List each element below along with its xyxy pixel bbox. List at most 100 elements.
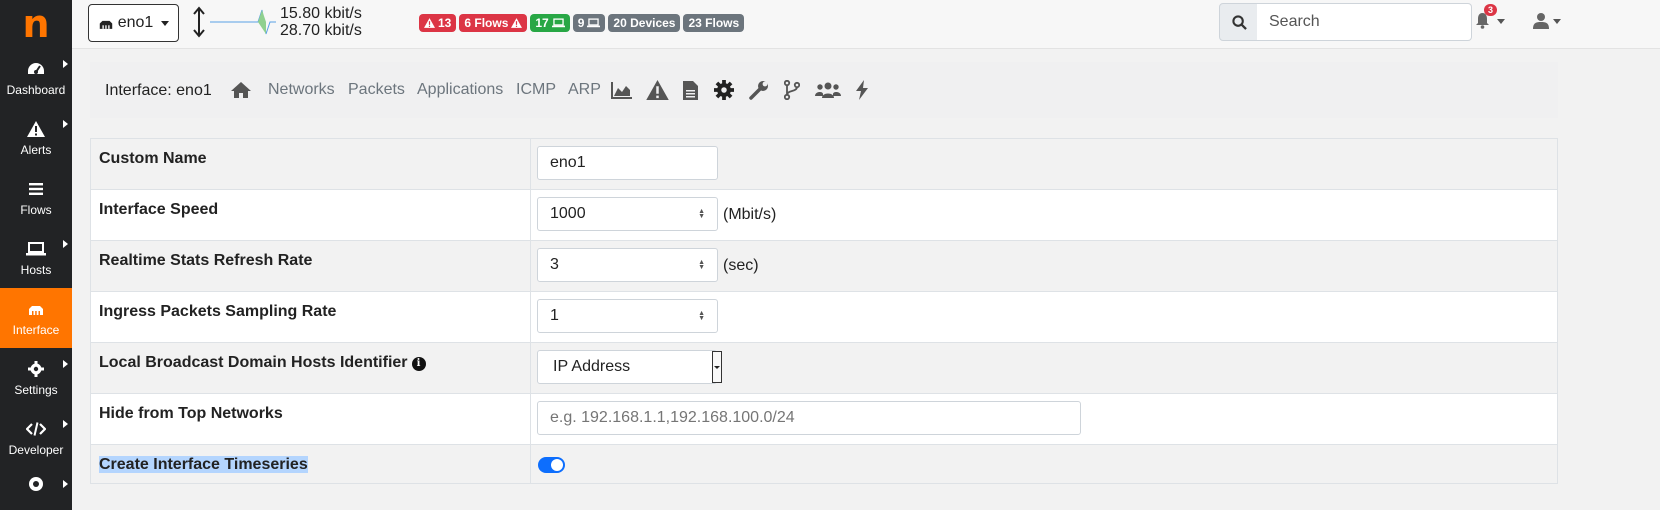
hide-networks-cell (530, 393, 1558, 445)
caret-right-icon (63, 60, 68, 68)
throughput-sparkline (210, 6, 276, 43)
hosts-identifier-label: Local Broadcast Domain Hosts Identifier i (90, 342, 531, 394)
custom-name-input[interactable]: eno1 (537, 146, 718, 180)
sidebar-item-settings[interactable]: Settings (0, 348, 72, 408)
bolt-icon[interactable] (856, 78, 868, 102)
wrench-icon[interactable] (749, 78, 769, 102)
sidebar-item-interface[interactable]: Interface (0, 288, 72, 348)
info-icon[interactable]: i (411, 356, 426, 371)
ethernet-icon (98, 18, 114, 29)
warning-icon[interactable] (646, 78, 669, 102)
sidebar-item-dashboard[interactable]: Dashboard (0, 48, 72, 108)
home-icon[interactable] (230, 78, 252, 102)
field-value: 3 (550, 256, 559, 273)
sidebar-item-alerts[interactable]: Alerts (0, 108, 72, 168)
search-button[interactable] (1219, 3, 1259, 41)
ntopng-logo[interactable]: n (0, 0, 72, 48)
interface-name: eno1 (117, 14, 154, 31)
gear-icon[interactable] (714, 78, 734, 102)
timeseries-toggle[interactable] (538, 457, 565, 473)
area-chart-icon[interactable] (611, 78, 632, 102)
remote-hosts-badge[interactable]: 9 (572, 14, 606, 32)
custom-name-label: Custom Name (90, 138, 531, 190)
sidebar-item-flows[interactable]: Flows (0, 168, 72, 228)
laptop-icon (551, 18, 565, 28)
tab-packets[interactable]: Packets (348, 81, 405, 99)
flow-alerts-badge[interactable]: 6 Flows (459, 14, 528, 32)
refresh-rate-input[interactable]: 3 ▲ ▼ (537, 248, 718, 282)
sidebar-item-label: Settings (14, 383, 58, 397)
caret-down-icon (161, 20, 170, 26)
download-rate: 28.70 kbit/s (280, 22, 362, 39)
interface-speed-cell: 1000 ▲ ▼ (Mbit/s) (530, 189, 1558, 241)
table-row: Custom Name eno1 (90, 138, 1558, 190)
interface-speed-label: Interface Speed (90, 189, 531, 241)
timeseries-cell (530, 444, 1558, 484)
top-bar: eno1 15.80 kbit/s 28.70 kbit/s 13 6 Flow… (72, 0, 1660, 49)
tab-networks[interactable]: Networks (268, 81, 335, 99)
table-row: Ingress Packets Sampling Rate 1 ▲ ▼ (90, 291, 1558, 343)
selected-option: IP Address (553, 358, 631, 375)
spinner-icon[interactable]: ▲ ▼ (698, 310, 705, 322)
ethernet-icon (26, 299, 46, 319)
table-row: Create Interface Timeseries (90, 444, 1558, 484)
gauge-icon (26, 59, 46, 79)
hosts-identifier-select[interactable]: IP Address (537, 350, 722, 384)
sampling-rate-input[interactable]: 1 ▲ ▼ (537, 299, 718, 333)
row-label: Create Interface Timeseries (99, 456, 308, 473)
unit-label: (Mbit/s) (723, 206, 777, 223)
tab-applications[interactable]: Applications (417, 81, 503, 99)
sidebar-item-label: Hosts (20, 263, 52, 277)
toggle-knob (551, 459, 563, 471)
throughput-rates: 15.80 kbit/s 28.70 kbit/s (280, 5, 362, 39)
interface-selector[interactable]: eno1 (88, 4, 179, 42)
sampling-rate-label: Ingress Packets Sampling Rate (90, 291, 531, 343)
laptop-icon (587, 18, 601, 28)
row-label: Local Broadcast Domain Hosts Identifier (99, 354, 408, 371)
sidebar-item-more[interactable] (0, 468, 72, 510)
sidebar-item-hosts[interactable]: Hosts (0, 228, 72, 288)
warning-icon (424, 18, 435, 28)
hide-networks-input[interactable] (537, 401, 1081, 435)
file-icon[interactable] (683, 78, 698, 102)
interface-speed-input[interactable]: 1000 ▲ ▼ (537, 197, 718, 231)
users-icon[interactable] (815, 78, 841, 102)
sidebar-item-label: Interface (12, 323, 60, 337)
sidebar-item-label: Alerts (20, 143, 52, 157)
hosts-identifier-cell: IP Address (530, 342, 1558, 394)
tab-icmp[interactable]: ICMP (516, 81, 556, 99)
user-icon[interactable] (1533, 12, 1549, 34)
search-input[interactable] (1257, 3, 1472, 41)
field-value: 1 (550, 307, 559, 324)
spinner-icon[interactable]: ▲ ▼ (698, 259, 705, 271)
unit-label: (sec) (723, 257, 759, 274)
interface-settings-table: Custom Name eno1 Interface Speed 1000 ▲ ▼… (90, 138, 1558, 484)
status-badges: 13 6 Flows 17 9 20 Devices 23 Flows (419, 14, 745, 32)
search-icon (1231, 14, 1247, 30)
sidebar-item-label: Developer (8, 443, 64, 457)
row-label: Realtime Stats Refresh Rate (99, 252, 313, 269)
devices-badge[interactable]: 20 Devices (608, 14, 681, 32)
badge-text: 13 (438, 16, 452, 30)
spinner-icon[interactable]: ▲ ▼ (698, 208, 705, 220)
flows-badge[interactable]: 23 Flows (683, 14, 745, 32)
badge-text: 6 Flows (464, 16, 509, 30)
table-row: Local Broadcast Domain Hosts Identifier i… (90, 342, 1558, 394)
field-value: 1000 (550, 205, 586, 222)
code-branch-icon[interactable] (784, 78, 800, 102)
custom-name-cell: eno1 (530, 138, 1558, 190)
alerts-badge[interactable]: 13 (419, 14, 457, 32)
upload-rate: 15.80 kbit/s (280, 5, 362, 22)
local-hosts-badge[interactable]: 17 (530, 14, 570, 32)
badge-text: 20 Devices (613, 16, 676, 30)
sidebar: n Dashboard Alerts Flows Hosts Interface (0, 0, 72, 510)
badge-text: 23 Flows (688, 16, 740, 30)
sidebar-item-developer[interactable]: Developer (0, 408, 72, 468)
sidebar-item-label: Flows (20, 203, 52, 217)
tab-arp[interactable]: ARP (568, 81, 601, 99)
gear-icon (26, 359, 46, 379)
select-dropdown-button[interactable] (712, 351, 722, 383)
row-label: Hide from Top Networks (99, 405, 283, 422)
notifications-count: 3 (1484, 4, 1498, 16)
table-row: Interface Speed 1000 ▲ ▼ (Mbit/s) (90, 189, 1558, 241)
